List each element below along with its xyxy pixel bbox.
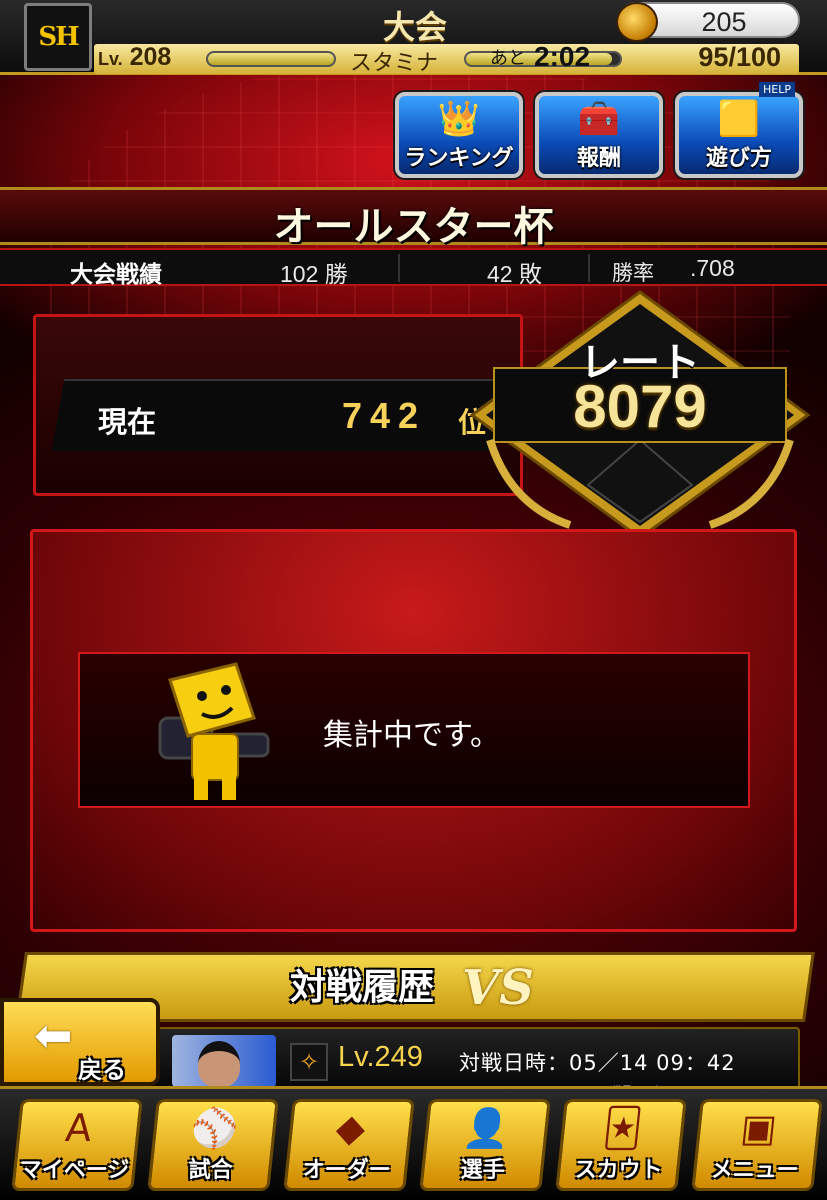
how-to-play-button[interactable]: HELP 🟨 遊び方: [675, 82, 803, 178]
back-arrow-icon: ⬅: [34, 1008, 73, 1062]
back-button-label: 戻る: [78, 1056, 126, 1084]
player-level: Lv. 208: [98, 43, 171, 72]
nav-scout-label: スカウト: [574, 1158, 663, 1183]
rate-value: 8079: [573, 373, 707, 440]
battle-history-title: 対戦履歴: [290, 967, 435, 1008]
rank-panel: 現在 742 位: [33, 314, 523, 496]
level-stamina-bar: Lv. 208 スタミナ あと 2:02 95/100: [94, 41, 799, 76]
battle-datetime: 対戦日時：05／14 09：42: [459, 1051, 736, 1075]
help-tag: HELP: [759, 82, 795, 97]
bottom-navigation: A マイページ ⚾ 試合 ◆ オーダー 👤 選手 🃏 スカウト ▣ メニュー: [0, 1086, 827, 1200]
nav-order-label: オーダー: [302, 1158, 391, 1183]
status-header: SH 大会 205 Lv. 208 スタミナ あと 2:02 95/100: [0, 0, 827, 76]
level-prefix: Lv.: [98, 49, 123, 69]
status-panel: 集計中です。: [30, 529, 797, 932]
opponent-level: Lv.249: [338, 1041, 423, 1073]
record-label: 大会戦績: [70, 261, 162, 287]
vs-emblem: VS: [462, 960, 534, 1016]
record-wins: 102 勝: [280, 261, 348, 287]
ranking-button[interactable]: 👑 ランキング: [395, 92, 523, 178]
nav-players[interactable]: 👤 選手: [419, 1099, 551, 1191]
treasure-chest-icon: 🧰: [577, 99, 621, 139]
team-logo[interactable]: SH: [24, 3, 92, 71]
battle-history-row[interactable]: ✧ Lv.249 対戦日時：05／14 09：42 世界ランク: [150, 1027, 800, 1097]
nav-order[interactable]: ◆ オーダー: [283, 1099, 415, 1191]
baseball-field-icon: ◆: [333, 1106, 368, 1150]
team-emblem-icon: ✧: [290, 1043, 328, 1081]
reward-button-label: 報酬: [576, 146, 621, 171]
cup-title-bar: オールスター杯: [0, 187, 827, 250]
stadium-icon: ⚾: [188, 1106, 241, 1150]
record-divider: [398, 254, 400, 282]
mascot-character-icon: [158, 662, 270, 800]
mascot-icon: ▣: [738, 1106, 780, 1150]
page-title: 大会: [382, 8, 447, 46]
nav-mypage-label: マイページ: [19, 1158, 130, 1183]
scout-card-icon: 🃏: [601, 1106, 645, 1150]
reward-button[interactable]: 🧰 報酬: [535, 92, 663, 178]
player-icon: 👤: [460, 1106, 513, 1150]
exp-bar-fill: [208, 53, 334, 65]
coin-icon: [616, 2, 658, 42]
ranking-button-label: ランキング: [404, 146, 514, 171]
exp-bar: [206, 51, 336, 67]
nav-game[interactable]: ⚾ 試合: [147, 1099, 279, 1191]
coin-count: 205: [701, 7, 747, 37]
nav-menu-label: メニュー: [710, 1158, 799, 1183]
team-logo-text: SH: [38, 22, 79, 52]
back-button[interactable]: ⬅ 戻る: [0, 998, 160, 1086]
rate-badge: レート 8079: [469, 290, 811, 540]
stamina-value: 95/100: [698, 42, 781, 72]
record-losses: 42 敗: [487, 261, 542, 287]
stamina-left-label: あと: [490, 48, 526, 69]
win-rate-value: .708: [690, 255, 735, 281]
status-message: 集計中です。: [323, 718, 500, 753]
level-value: 208: [129, 43, 172, 71]
nav-menu[interactable]: ▣ メニュー: [691, 1099, 823, 1191]
nav-scout[interactable]: 🃏 スカウト: [555, 1099, 687, 1191]
current-rank-label: 現在: [98, 405, 157, 439]
stamina-recovery-time: 2:02: [534, 41, 591, 72]
nav-game-label: 試合: [188, 1158, 233, 1183]
opponent-avatar: [172, 1035, 276, 1087]
how-to-play-button-label: 遊び方: [705, 146, 772, 171]
nav-mypage[interactable]: A マイページ: [11, 1099, 143, 1191]
mascot-teacher-icon: 🟨: [717, 99, 761, 139]
message-box: 集計中です。: [78, 652, 750, 808]
crown-icon: 👑: [437, 99, 481, 139]
nav-players-label: 選手: [460, 1158, 505, 1183]
coin-counter[interactable]: 205: [616, 2, 800, 42]
cup-name: オールスター杯: [273, 204, 554, 250]
letter-a-icon: A: [63, 1106, 95, 1150]
win-rate-label: 勝率: [612, 262, 654, 285]
stamina-label: スタミナ: [350, 51, 439, 76]
opponent-face: [198, 1041, 240, 1087]
current-rank-value: 742: [342, 395, 427, 436]
record-divider: [588, 254, 590, 282]
tournament-record: 大会戦績 102 勝 42 敗 勝率 .708: [0, 248, 827, 287]
